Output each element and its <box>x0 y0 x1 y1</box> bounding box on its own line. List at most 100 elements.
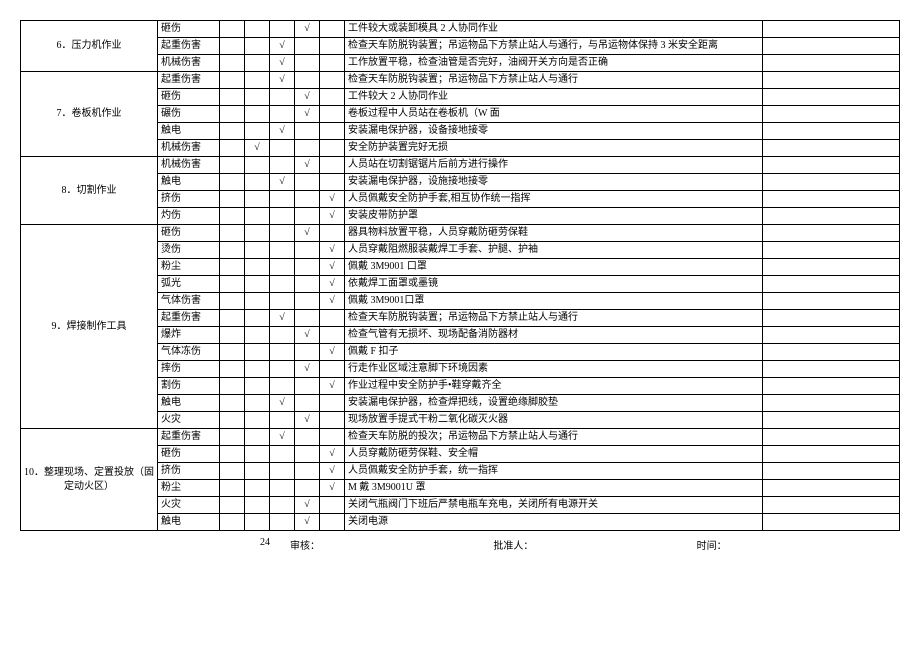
tail-cell <box>763 38 900 55</box>
check-cell <box>245 208 270 225</box>
description-cell: 工件较大或装卸模具 2 人协同作业 <box>345 21 763 38</box>
tail-cell <box>763 123 900 140</box>
check-cell: √ <box>295 89 320 106</box>
hazard-cell: 粉尘 <box>158 259 220 276</box>
check-cell <box>245 242 270 259</box>
check-cell <box>270 106 295 123</box>
hazard-cell: 触电 <box>158 395 220 412</box>
hazard-cell: 碾伤 <box>158 106 220 123</box>
check-cell: √ <box>270 72 295 89</box>
check-cell <box>220 327 245 344</box>
check-cell <box>245 412 270 429</box>
tail-cell <box>763 276 900 293</box>
check-cell <box>270 208 295 225</box>
check-cell <box>245 361 270 378</box>
check-cell: √ <box>270 55 295 72</box>
hazard-cell: 机械伤害 <box>158 55 220 72</box>
description-cell: M 戴 3M9001U 罩 <box>345 480 763 497</box>
hazard-cell: 砸伤 <box>158 89 220 106</box>
check-cell <box>320 395 345 412</box>
check-cell <box>245 191 270 208</box>
hazard-cell: 机械伤害 <box>158 157 220 174</box>
check-cell: √ <box>320 276 345 293</box>
hazard-cell: 挤伤 <box>158 463 220 480</box>
check-cell <box>295 259 320 276</box>
check-cell <box>295 480 320 497</box>
check-cell <box>245 378 270 395</box>
hazard-cell: 摔伤 <box>158 361 220 378</box>
check-cell: √ <box>295 514 320 531</box>
check-cell <box>220 89 245 106</box>
operation-cell: 6．压力机作业 <box>21 21 158 72</box>
description-cell: 人员站在切割锯锯片后前方进行操作 <box>345 157 763 174</box>
check-cell: √ <box>320 344 345 361</box>
check-cell: √ <box>320 378 345 395</box>
check-cell <box>220 276 245 293</box>
check-cell: √ <box>295 21 320 38</box>
check-cell: √ <box>295 327 320 344</box>
check-cell <box>295 429 320 446</box>
operation-cell: 9．焊接制作工具 <box>21 225 158 429</box>
check-cell <box>220 429 245 446</box>
check-cell <box>245 123 270 140</box>
check-cell <box>245 514 270 531</box>
check-cell <box>270 361 295 378</box>
check-cell <box>320 174 345 191</box>
description-cell: 人员穿戴防砸劳保鞋、安全帽 <box>345 446 763 463</box>
tail-cell <box>763 344 900 361</box>
table-row: 7．卷板机作业起重伤害√检查天车防脱钩装置；吊运物品下方禁止站人与通行 <box>21 72 900 89</box>
tail-cell <box>763 157 900 174</box>
description-cell: 安装漏电保护器，检查焊把线，设置绝缘脚胶垫 <box>345 395 763 412</box>
table-row: 10．整理现场、定置投放（固定动火区）起重伤害√检查天车防脱的投次；吊运物品下方… <box>21 429 900 446</box>
check-cell <box>220 378 245 395</box>
check-cell <box>220 123 245 140</box>
tail-cell <box>763 55 900 72</box>
check-cell <box>270 21 295 38</box>
check-cell <box>245 344 270 361</box>
hazard-cell: 爆炸 <box>158 327 220 344</box>
check-cell <box>320 140 345 157</box>
tail-cell <box>763 259 900 276</box>
check-cell <box>320 327 345 344</box>
check-cell <box>270 225 295 242</box>
check-cell <box>320 361 345 378</box>
hazard-cell: 机械伤害 <box>158 140 220 157</box>
check-cell: √ <box>295 157 320 174</box>
check-cell <box>320 429 345 446</box>
check-cell <box>245 157 270 174</box>
tail-cell <box>763 208 900 225</box>
hazard-cell: 起重伤害 <box>158 72 220 89</box>
reviewer-label: 审核： <box>290 537 493 552</box>
tail-cell <box>763 429 900 446</box>
description-cell: 关闭气瓶阀门下班后严禁电瓶车充电，关闭所有电源开关 <box>345 497 763 514</box>
check-cell: √ <box>270 429 295 446</box>
check-cell <box>220 361 245 378</box>
check-cell <box>220 38 245 55</box>
check-cell <box>220 395 245 412</box>
tail-cell <box>763 293 900 310</box>
description-cell: 安全防护装置完好无损 <box>345 140 763 157</box>
check-cell <box>245 310 270 327</box>
tail-cell <box>763 106 900 123</box>
operation-cell: 7．卷板机作业 <box>21 72 158 157</box>
check-cell <box>245 293 270 310</box>
check-cell <box>220 208 245 225</box>
check-cell: √ <box>270 38 295 55</box>
tail-cell <box>763 480 900 497</box>
tail-cell <box>763 21 900 38</box>
check-cell <box>295 208 320 225</box>
check-cell <box>270 140 295 157</box>
check-cell: √ <box>295 106 320 123</box>
check-cell <box>295 242 320 259</box>
check-cell <box>320 106 345 123</box>
check-cell <box>270 157 295 174</box>
check-cell <box>220 344 245 361</box>
tail-cell <box>763 191 900 208</box>
tail-cell <box>763 395 900 412</box>
description-cell: 行走作业区域注意脚下环境因素 <box>345 361 763 378</box>
check-cell <box>220 72 245 89</box>
check-cell <box>245 480 270 497</box>
description-cell: 关闭电源 <box>345 514 763 531</box>
hazard-cell: 火灾 <box>158 412 220 429</box>
check-cell <box>245 276 270 293</box>
